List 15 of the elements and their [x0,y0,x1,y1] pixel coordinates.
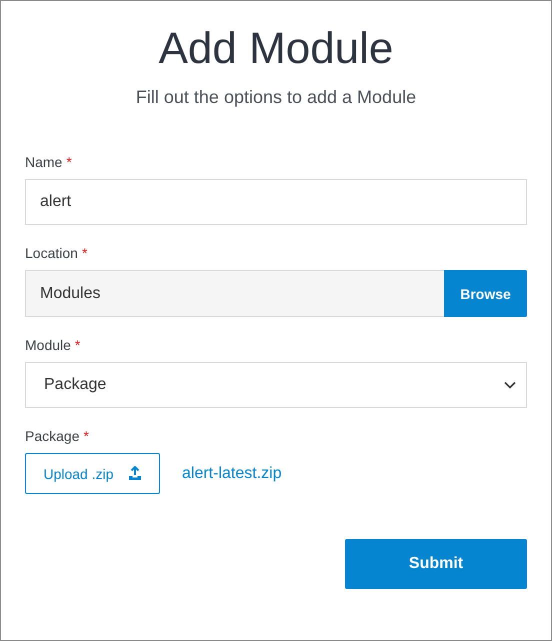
file-link[interactable]: alert-latest.zip [182,464,282,482]
submit-button[interactable]: Submit [345,539,527,589]
field-label: Module * [25,337,80,353]
text-input-field[interactable]: alert [25,179,527,225]
page-title: Add Module [158,23,394,75]
location-field[interactable]: Modules Browse [25,270,527,317]
module-select[interactable]: Package [25,362,527,408]
field-label: Location * [25,245,88,261]
field-label: Package * [25,428,89,444]
field-label: Name * [25,154,72,170]
browse-button[interactable]: Browse [444,270,527,317]
upload-icon [128,466,142,481]
page-subtitle: Fill out the options to add a Module [136,86,416,109]
chevron-down-icon [504,381,516,389]
upload-button[interactable]: Upload .zip [25,453,160,494]
